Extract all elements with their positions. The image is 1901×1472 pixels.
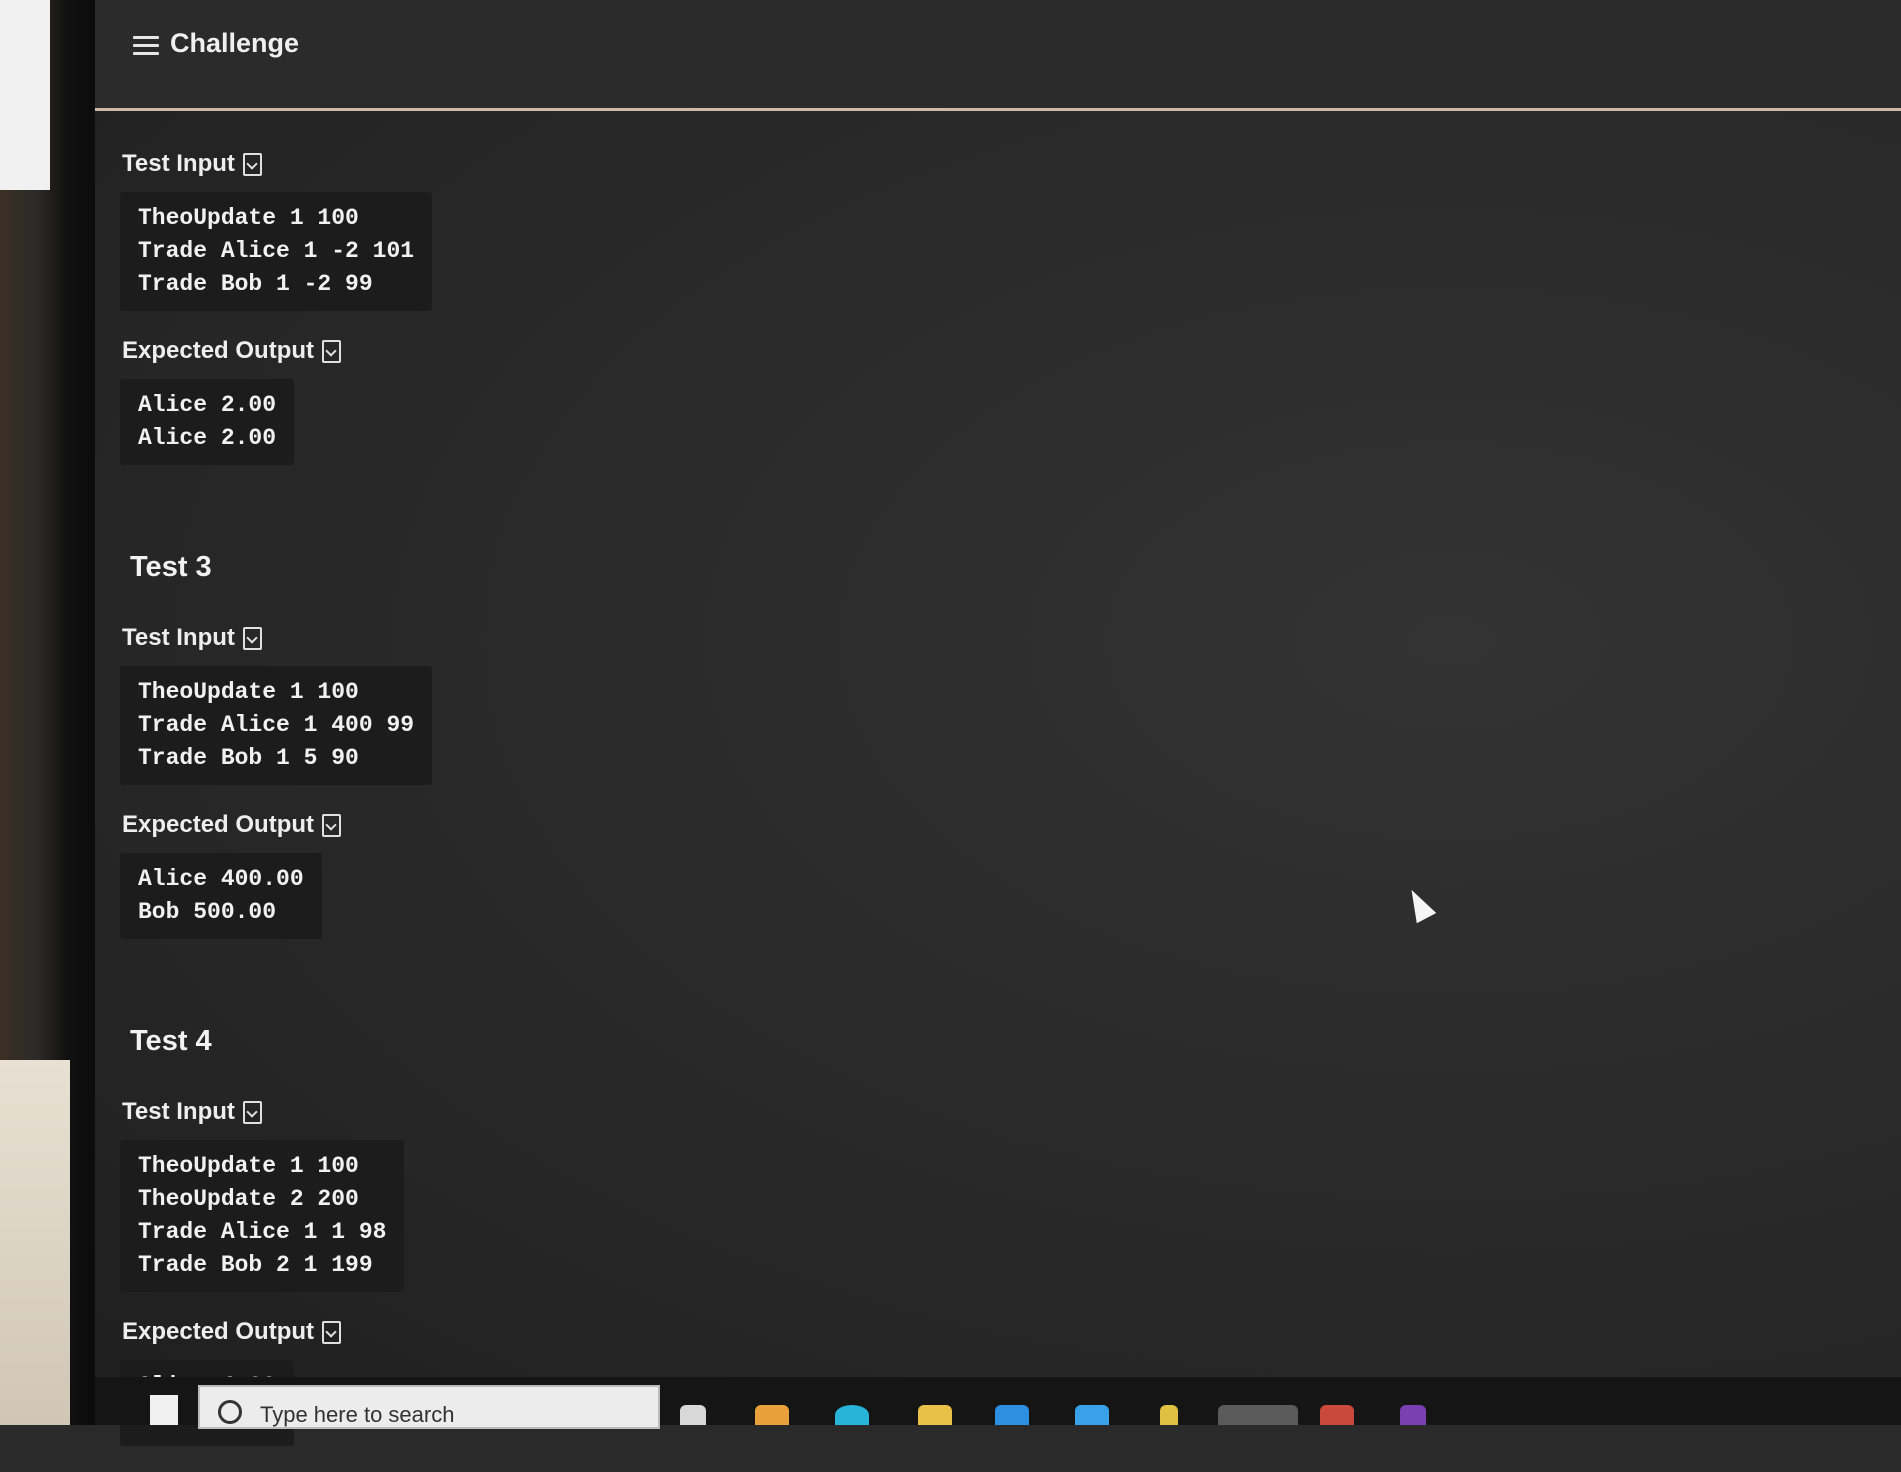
code-line: Trade Alice 1 400 99: [138, 712, 415, 738]
code-line: Alice 2.00: [138, 425, 277, 451]
vscode-icon[interactable]: [1075, 1405, 1109, 1425]
search-icon: [218, 1400, 242, 1424]
app-icon[interactable]: [1160, 1405, 1178, 1425]
active-app-icon[interactable]: [1218, 1405, 1298, 1425]
header-bar: [95, 0, 1901, 111]
code-line: TheoUpdate 1 100: [138, 205, 359, 231]
test-input-block: TheoUpdate 1 100 Trade Alice 1 -2 101 Tr…: [120, 192, 433, 311]
menu-icon[interactable]: [133, 36, 159, 56]
code-line: TheoUpdate 1 100: [138, 1153, 359, 1179]
code-line: TheoUpdate 1 100: [138, 679, 359, 705]
test-cases: Test Input TheoUpdate 1 100 Trade Alice …: [120, 150, 520, 1472]
page-title: Challenge: [170, 28, 300, 58]
code-line: Trade Bob 2 1 199: [138, 1252, 373, 1278]
test-input-block: TheoUpdate 1 100 TheoUpdate 2 200 Trade …: [120, 1140, 405, 1292]
download-file-icon[interactable]: [242, 626, 262, 650]
code-line: Trade Bob 1 -2 99: [138, 271, 373, 297]
taskbar-search-placeholder: Type here to search: [260, 1402, 455, 1427]
expected-output-block: Alice 2.00 Alice 2.00: [120, 379, 295, 465]
code-line: Trade Alice 1 1 98: [138, 1219, 387, 1245]
download-file-icon[interactable]: [322, 813, 342, 837]
test-heading: Test 3: [130, 551, 212, 583]
code-line: TheoUpdate 2 200: [138, 1186, 359, 1212]
task-view-icon[interactable]: [680, 1405, 706, 1425]
paper-note: [0, 1060, 70, 1425]
expected-output-block: Alice 400.00 Bob 500.00: [120, 853, 322, 939]
code-line: Trade Alice 1 -2 101: [138, 238, 415, 264]
test-input-label: Test Input: [122, 624, 520, 652]
app-icon[interactable]: [755, 1405, 789, 1425]
app-icon[interactable]: [995, 1405, 1029, 1425]
file-explorer-icon[interactable]: [918, 1405, 952, 1425]
edge-browser-icon[interactable]: [835, 1405, 869, 1425]
test-case: Test Input TheoUpdate 1 100 Trade Alice …: [120, 150, 520, 491]
code-line: Bob 500.00: [138, 899, 277, 925]
background-window: [0, 0, 50, 190]
code-line: Alice 2.00: [138, 392, 277, 418]
code-line: Trade Bob 1 5 90: [138, 745, 359, 771]
test-heading: Test 4: [130, 1025, 212, 1057]
windows-start-icon[interactable]: [150, 1395, 178, 1425]
expected-output-label: Expected Output: [122, 811, 520, 839]
test-input-label: Test Input: [122, 150, 520, 178]
expected-output-label: Expected Output: [122, 1318, 520, 1346]
download-file-icon[interactable]: [322, 339, 342, 363]
download-file-icon[interactable]: [242, 1100, 262, 1124]
test-input-label: Test Input: [122, 1098, 520, 1126]
app-icon[interactable]: [1320, 1405, 1354, 1425]
test-case: Test 3 Test Input TheoUpdate 1 100 Trade…: [120, 551, 520, 965]
test-input-block: TheoUpdate 1 100 Trade Alice 1 400 99 Tr…: [120, 666, 433, 785]
app-icon[interactable]: [1400, 1405, 1426, 1425]
code-line: Alice 400.00: [138, 866, 304, 892]
download-file-icon[interactable]: [242, 152, 262, 176]
expected-output-label: Expected Output: [122, 337, 520, 365]
download-file-icon[interactable]: [322, 1320, 342, 1344]
